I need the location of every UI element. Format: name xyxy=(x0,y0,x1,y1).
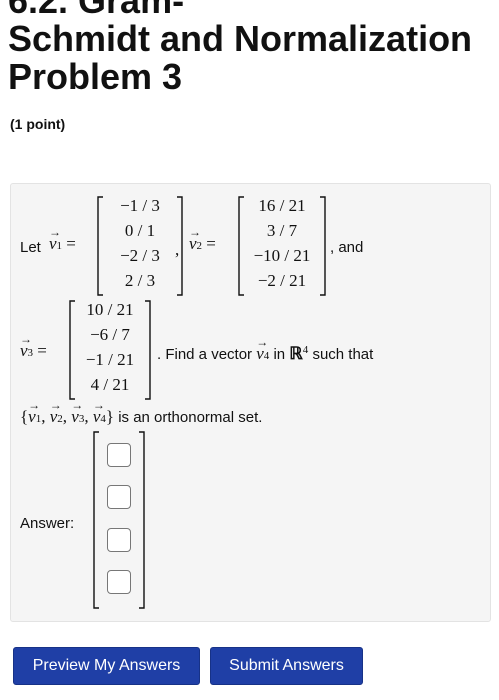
v3-entry: −1 / 21 xyxy=(85,350,135,369)
let-label: Let xyxy=(20,239,41,256)
title-line-2: Schmidt and Normalization xyxy=(8,18,473,59)
v1-entry: 0 / 1 xyxy=(124,221,156,240)
vector-arrow-icon: → xyxy=(49,225,61,239)
vector-arrow-icon: → xyxy=(189,225,201,239)
v3-entry: 4 / 21 xyxy=(90,375,130,394)
v1-entry: 2 / 3 xyxy=(124,271,156,290)
v2-entry: 16 / 21 xyxy=(258,196,306,215)
real-space-symbol: ℝ xyxy=(289,344,303,363)
find-vector-text: . Find a vector → v4 in ℝ4 such that xyxy=(157,335,374,363)
v3-entry: 10 / 21 xyxy=(86,300,134,319)
points-label: (1 point) xyxy=(10,116,66,132)
v2-entry: −10 / 21 xyxy=(253,246,311,265)
v3-entry: −6 / 7 xyxy=(90,325,130,344)
answer-input-1[interactable] xyxy=(107,443,131,467)
v2-entry: −2 / 21 xyxy=(257,271,307,290)
v1-entry: −2 / 3 xyxy=(120,246,160,265)
problem-box: Let → v1 = −1 / 3 0 / 1 −2 / 3 2 / 3 , → v… xyxy=(10,183,491,622)
orthonormal-set: {→ v1, → v2, → v3, → v4} is an orthonormal s… xyxy=(20,398,263,426)
and-text: , and xyxy=(330,239,364,256)
preview-answers-button[interactable]: Preview My Answers xyxy=(13,647,200,685)
v2-entry: 3 / 7 xyxy=(266,221,298,240)
submit-answers-button[interactable]: Submit Answers xyxy=(210,647,363,685)
answer-input-2[interactable] xyxy=(107,485,131,509)
title-line-3: Problem 3 xyxy=(8,56,183,96)
v1-entry: −1 / 3 xyxy=(120,196,160,215)
vector-arrow-icon: → xyxy=(20,332,32,346)
v3-symbol: → v3 = xyxy=(20,332,47,360)
v2-symbol: → v2 = xyxy=(189,225,216,253)
v1-symbol: → v1 = xyxy=(49,225,76,253)
vector-arrow-icon: → xyxy=(256,335,269,349)
title-line-1: 6.2. Gram- xyxy=(8,0,185,21)
page-title: 6.2. Gram- Schmidt and Normalization Pro… xyxy=(8,0,499,96)
answer-input-4[interactable] xyxy=(107,570,131,594)
answer-input-3[interactable] xyxy=(107,528,131,552)
answer-label: Answer: xyxy=(20,515,75,532)
